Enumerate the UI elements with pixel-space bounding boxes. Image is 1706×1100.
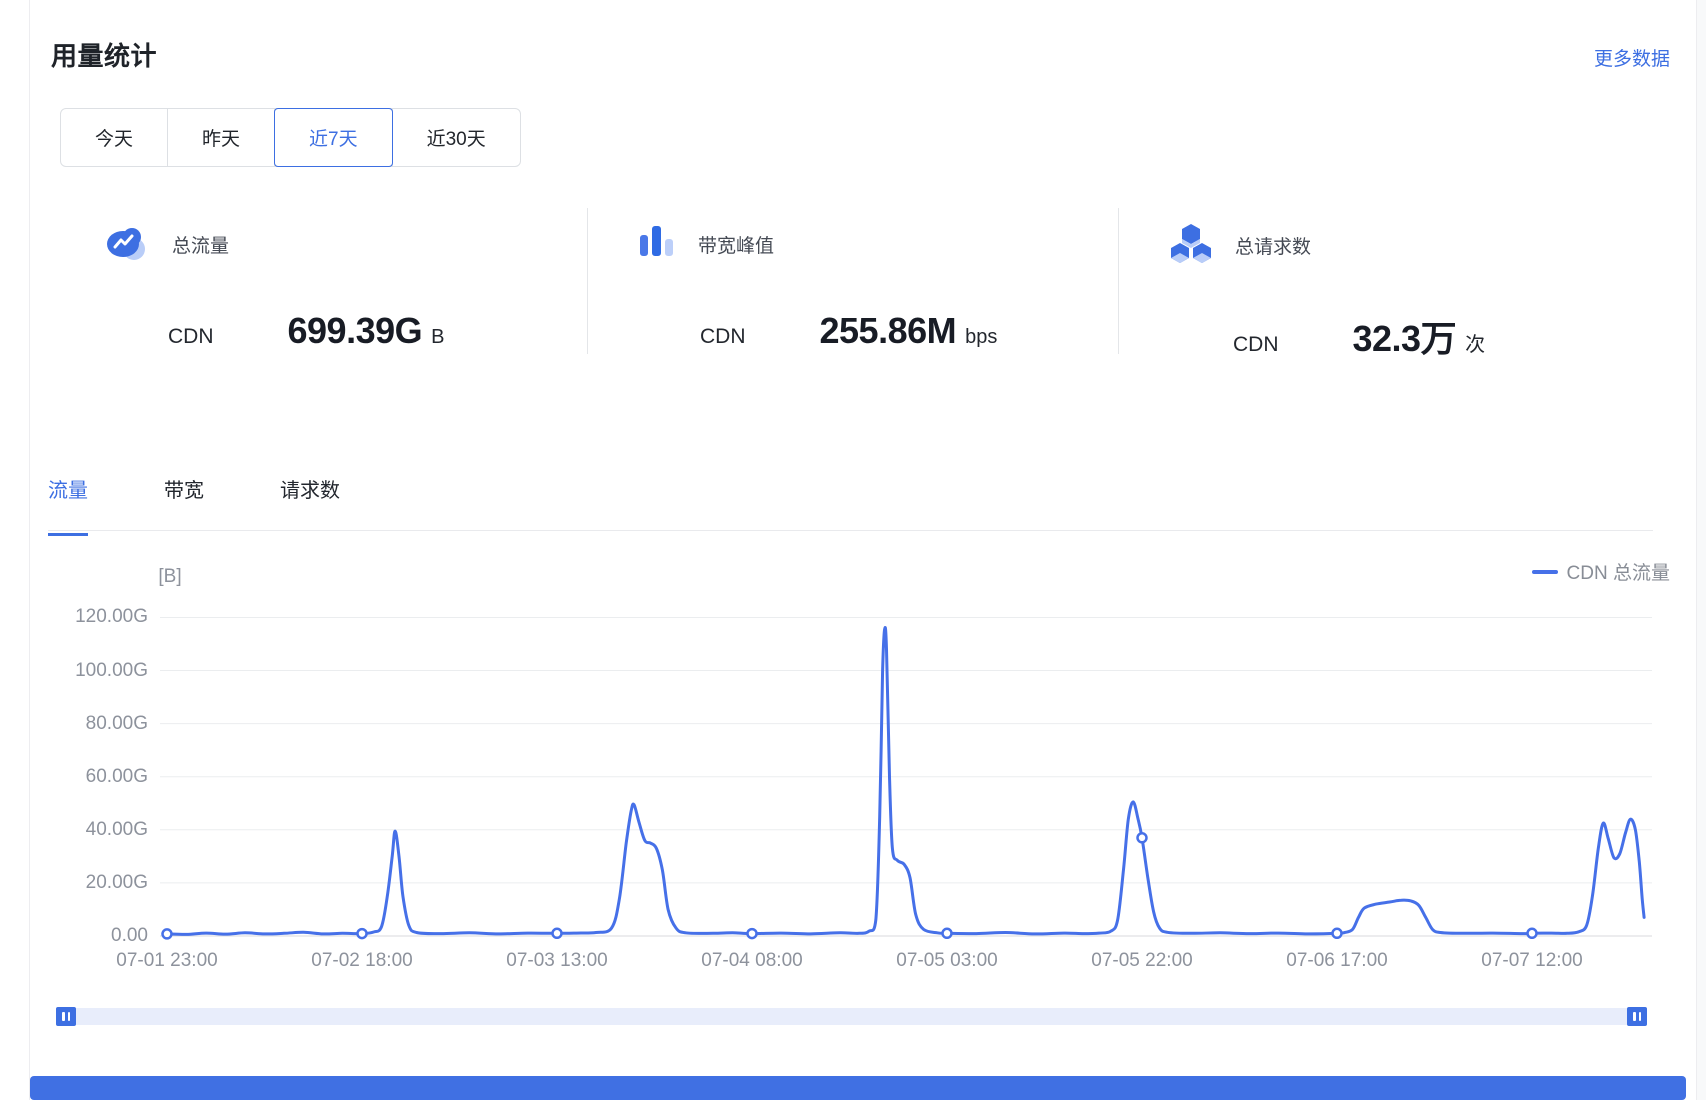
chart-range-slider-track[interactable] <box>56 1008 1647 1025</box>
stat-product: CDN <box>700 325 746 349</box>
card-divider <box>1118 208 1119 354</box>
x-axis-tick-label: 07-06 17:00 <box>1252 950 1422 972</box>
y-axis-tick-label: 40.00G <box>20 819 148 841</box>
metric-tab-group: 流量 带宽 请求数 <box>48 474 340 536</box>
stat-label: 总请求数 <box>1235 232 1311 259</box>
stat-card-peak-bandwidth: 带宽峰值 CDN 255.86M bps <box>622 210 1092 360</box>
y-axis-tick-label: 0.00 <box>20 925 148 947</box>
legend-series-label: CDN 总流量 <box>1567 558 1670 585</box>
stat-unit: 次 <box>1465 328 1485 357</box>
legend-line-swatch <box>1532 570 1558 574</box>
stat-value: 699.39G <box>288 310 423 352</box>
x-axis-tick-label: 07-01 23:00 <box>82 950 252 972</box>
y-axis-tick-label: 20.00G <box>20 872 148 894</box>
range-tab-3[interactable]: 近30天 <box>393 109 520 166</box>
page-title: 用量统计 <box>51 36 157 73</box>
stat-product: CDN <box>168 325 214 349</box>
stat-unit: bps <box>965 326 997 349</box>
range-tab-2[interactable]: 近7天 <box>275 109 393 166</box>
right-gutter <box>1697 0 1706 1100</box>
metric-tab-0[interactable]: 流量 <box>48 474 88 536</box>
y-axis-tick-label: 120.00G <box>20 606 148 628</box>
y-axis-tick-label: 100.00G <box>20 660 148 682</box>
stat-label: 带宽峰值 <box>698 231 774 258</box>
stat-value: 255.86M <box>820 310 957 352</box>
slider-handle-left[interactable] <box>56 1007 76 1026</box>
x-axis-tick-label: 07-03 13:00 <box>472 950 642 972</box>
x-axis-tick-label: 07-04 08:00 <box>667 950 837 972</box>
cloud-traffic-icon <box>104 222 150 267</box>
bottom-blue-bar <box>30 1076 1686 1100</box>
y-axis-tick-label: 60.00G <box>20 766 148 788</box>
chart-legend: CDN 总流量 <box>1380 558 1670 585</box>
range-tab-0[interactable]: 今天 <box>61 109 168 166</box>
y-axis-tick-label: 80.00G <box>20 713 148 735</box>
card-divider <box>587 208 588 354</box>
stat-value: 32.3万 <box>1353 310 1457 362</box>
x-axis-tick-label: 07-02 18:00 <box>277 950 447 972</box>
date-range-tab-group: 今天昨天近7天近30天 <box>60 108 521 167</box>
stat-product: CDN <box>1233 333 1279 357</box>
metric-tab-1[interactable]: 带宽 <box>164 474 204 536</box>
request-cubes-icon <box>1169 222 1213 269</box>
stat-label: 总流量 <box>172 231 229 258</box>
x-axis-tick-label: 07-05 22:00 <box>1057 950 1227 972</box>
tabs-divider <box>48 530 1653 531</box>
x-axis-tick-label: 07-05 03:00 <box>862 950 1032 972</box>
slider-handle-right[interactable] <box>1627 1007 1647 1026</box>
x-axis-tick-label: 07-07 12:00 <box>1447 950 1617 972</box>
more-data-link[interactable]: 更多数据 <box>1430 44 1670 71</box>
stat-card-total-requests: 总请求数 CDN 32.3万 次 <box>1155 210 1625 360</box>
y-axis-unit-label: [B] <box>140 566 200 588</box>
stat-unit: B <box>431 326 444 349</box>
bandwidth-bars-icon <box>636 222 676 267</box>
metric-tab-2[interactable]: 请求数 <box>280 474 340 536</box>
range-tab-1[interactable]: 昨天 <box>168 109 275 166</box>
content-right-border <box>1696 0 1697 1100</box>
stat-card-total-traffic: 总流量 CDN 699.39G B <box>90 210 560 360</box>
